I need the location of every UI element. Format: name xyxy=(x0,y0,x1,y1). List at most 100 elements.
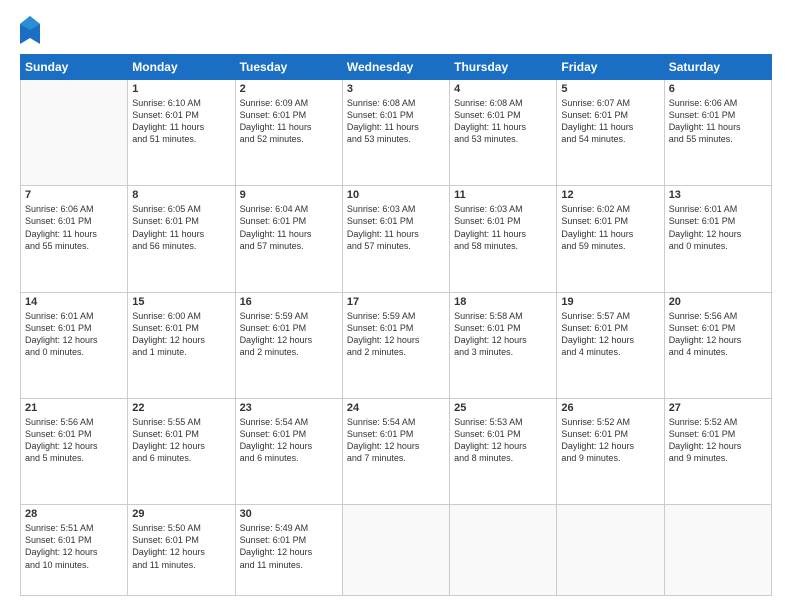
day-number: 26 xyxy=(561,402,659,414)
day-number: 25 xyxy=(454,402,552,414)
day-number: 27 xyxy=(669,402,767,414)
logo-icon xyxy=(20,16,40,44)
day-info: Sunrise: 6:03 AM Sunset: 6:01 PM Dayligh… xyxy=(454,203,552,252)
day-info: Sunrise: 5:58 AM Sunset: 6:01 PM Dayligh… xyxy=(454,310,552,359)
day-info: Sunrise: 6:07 AM Sunset: 6:01 PM Dayligh… xyxy=(561,97,659,146)
day-info: Sunrise: 5:59 AM Sunset: 6:01 PM Dayligh… xyxy=(347,310,445,359)
day-info: Sunrise: 5:56 AM Sunset: 6:01 PM Dayligh… xyxy=(669,310,767,359)
calendar-week-4: 28 Sunrise: 5:51 AM Sunset: 6:01 PM Dayli… xyxy=(21,505,772,596)
day-number: 10 xyxy=(347,189,445,201)
calendar-cell: 21 Sunrise: 5:56 AM Sunset: 6:01 PM Dayli… xyxy=(21,398,128,504)
calendar-cell: 12 Sunrise: 6:02 AM Sunset: 6:01 PM Dayli… xyxy=(557,186,664,292)
day-number: 19 xyxy=(561,296,659,308)
calendar-cell: 25 Sunrise: 5:53 AM Sunset: 6:01 PM Dayli… xyxy=(450,398,557,504)
day-info: Sunrise: 6:05 AM Sunset: 6:01 PM Dayligh… xyxy=(132,203,230,252)
calendar-table: SundayMondayTuesdayWednesdayThursdayFrid… xyxy=(20,54,772,596)
calendar-cell: 9Sunrise: 6:04 AM Sunset: 6:01 PM Daylig… xyxy=(235,186,342,292)
calendar-header-thursday: Thursday xyxy=(450,55,557,80)
day-info: Sunrise: 5:54 AM Sunset: 6:01 PM Dayligh… xyxy=(347,416,445,465)
calendar-cell: 18 Sunrise: 5:58 AM Sunset: 6:01 PM Dayli… xyxy=(450,292,557,398)
day-info: Sunrise: 5:54 AM Sunset: 6:01 PM Dayligh… xyxy=(240,416,338,465)
calendar-cell: 15 Sunrise: 6:00 AM Sunset: 6:01 PM Dayli… xyxy=(128,292,235,398)
calendar-header-tuesday: Tuesday xyxy=(235,55,342,80)
calendar-cell: 19 Sunrise: 5:57 AM Sunset: 6:01 PM Dayli… xyxy=(557,292,664,398)
day-info: Sunrise: 6:06 AM Sunset: 6:01 PM Dayligh… xyxy=(25,203,123,252)
calendar-cell: 11 Sunrise: 6:03 AM Sunset: 6:01 PM Dayli… xyxy=(450,186,557,292)
day-number: 11 xyxy=(454,189,552,201)
calendar-header-monday: Monday xyxy=(128,55,235,80)
day-info: Sunrise: 5:56 AM Sunset: 6:01 PM Dayligh… xyxy=(25,416,123,465)
calendar-cell: 10 Sunrise: 6:03 AM Sunset: 6:01 PM Dayli… xyxy=(342,186,449,292)
day-number: 17 xyxy=(347,296,445,308)
day-number: 5 xyxy=(561,83,659,95)
day-info: Sunrise: 6:02 AM Sunset: 6:01 PM Dayligh… xyxy=(561,203,659,252)
calendar-week-0: 1 Sunrise: 6:10 AM Sunset: 6:01 PM Daylig… xyxy=(21,80,772,186)
calendar-cell: 29 Sunrise: 5:50 AM Sunset: 6:01 PM Dayli… xyxy=(128,505,235,596)
day-info: Sunrise: 5:52 AM Sunset: 6:01 PM Dayligh… xyxy=(561,416,659,465)
day-info: Sunrise: 5:53 AM Sunset: 6:01 PM Dayligh… xyxy=(454,416,552,465)
day-info: Sunrise: 5:49 AM Sunset: 6:01 PM Dayligh… xyxy=(240,522,338,571)
calendar-cell: 1 Sunrise: 6:10 AM Sunset: 6:01 PM Daylig… xyxy=(128,80,235,186)
day-number: 1 xyxy=(132,83,230,95)
calendar-cell: 4 Sunrise: 6:08 AM Sunset: 6:01 PM Daylig… xyxy=(450,80,557,186)
day-number: 13 xyxy=(669,189,767,201)
day-info: Sunrise: 6:09 AM Sunset: 6:01 PM Dayligh… xyxy=(240,97,338,146)
calendar-header-wednesday: Wednesday xyxy=(342,55,449,80)
calendar-header-sunday: Sunday xyxy=(21,55,128,80)
calendar-cell: 6Sunrise: 6:06 AM Sunset: 6:01 PM Daylig… xyxy=(664,80,771,186)
day-info: Sunrise: 6:10 AM Sunset: 6:01 PM Dayligh… xyxy=(132,97,230,146)
day-info: Sunrise: 6:00 AM Sunset: 6:01 PM Dayligh… xyxy=(132,310,230,359)
day-number: 21 xyxy=(25,402,123,414)
calendar-cell: 7 Sunrise: 6:06 AM Sunset: 6:01 PM Daylig… xyxy=(21,186,128,292)
header xyxy=(20,16,772,44)
day-number: 18 xyxy=(454,296,552,308)
calendar-cell: 2 Sunrise: 6:09 AM Sunset: 6:01 PM Daylig… xyxy=(235,80,342,186)
calendar-cell: 3Sunrise: 6:08 AM Sunset: 6:01 PM Daylig… xyxy=(342,80,449,186)
day-number: 14 xyxy=(25,296,123,308)
calendar-cell: 16 Sunrise: 5:59 AM Sunset: 6:01 PM Dayli… xyxy=(235,292,342,398)
day-number: 9 xyxy=(240,189,338,201)
calendar-cell: 20Sunrise: 5:56 AM Sunset: 6:01 PM Dayli… xyxy=(664,292,771,398)
calendar-week-1: 7 Sunrise: 6:06 AM Sunset: 6:01 PM Daylig… xyxy=(21,186,772,292)
calendar-cell xyxy=(21,80,128,186)
logo xyxy=(20,16,44,44)
calendar-week-2: 14Sunrise: 6:01 AM Sunset: 6:01 PM Dayli… xyxy=(21,292,772,398)
calendar-cell xyxy=(664,505,771,596)
day-number: 7 xyxy=(25,189,123,201)
day-info: Sunrise: 6:06 AM Sunset: 6:01 PM Dayligh… xyxy=(669,97,767,146)
calendar-cell: 26 Sunrise: 5:52 AM Sunset: 6:01 PM Dayli… xyxy=(557,398,664,504)
calendar-cell: 8 Sunrise: 6:05 AM Sunset: 6:01 PM Daylig… xyxy=(128,186,235,292)
day-number: 24 xyxy=(347,402,445,414)
day-info: Sunrise: 5:55 AM Sunset: 6:01 PM Dayligh… xyxy=(132,416,230,465)
day-number: 12 xyxy=(561,189,659,201)
calendar-cell: 13 Sunrise: 6:01 AM Sunset: 6:01 PM Dayli… xyxy=(664,186,771,292)
day-number: 15 xyxy=(132,296,230,308)
day-number: 2 xyxy=(240,83,338,95)
calendar-cell: 23Sunrise: 5:54 AM Sunset: 6:01 PM Dayli… xyxy=(235,398,342,504)
calendar-header-row: SundayMondayTuesdayWednesdayThursdayFrid… xyxy=(21,55,772,80)
day-info: Sunrise: 5:59 AM Sunset: 6:01 PM Dayligh… xyxy=(240,310,338,359)
day-info: Sunrise: 6:08 AM Sunset: 6:01 PM Dayligh… xyxy=(454,97,552,146)
page: SundayMondayTuesdayWednesdayThursdayFrid… xyxy=(0,0,792,612)
calendar-cell: 17 Sunrise: 5:59 AM Sunset: 6:01 PM Dayli… xyxy=(342,292,449,398)
calendar-cell xyxy=(342,505,449,596)
day-info: Sunrise: 5:52 AM Sunset: 6:01 PM Dayligh… xyxy=(669,416,767,465)
calendar-cell: 5 Sunrise: 6:07 AM Sunset: 6:01 PM Daylig… xyxy=(557,80,664,186)
day-info: Sunrise: 6:01 AM Sunset: 6:01 PM Dayligh… xyxy=(669,203,767,252)
calendar-cell: 28 Sunrise: 5:51 AM Sunset: 6:01 PM Dayli… xyxy=(21,505,128,596)
calendar-cell: 27 Sunrise: 5:52 AM Sunset: 6:01 PM Dayli… xyxy=(664,398,771,504)
calendar-cell xyxy=(450,505,557,596)
day-number: 29 xyxy=(132,508,230,520)
calendar-cell: 30Sunrise: 5:49 AM Sunset: 6:01 PM Dayli… xyxy=(235,505,342,596)
day-number: 8 xyxy=(132,189,230,201)
day-number: 4 xyxy=(454,83,552,95)
day-number: 16 xyxy=(240,296,338,308)
day-info: Sunrise: 5:50 AM Sunset: 6:01 PM Dayligh… xyxy=(132,522,230,571)
calendar-header-saturday: Saturday xyxy=(664,55,771,80)
day-number: 28 xyxy=(25,508,123,520)
day-info: Sunrise: 6:03 AM Sunset: 6:01 PM Dayligh… xyxy=(347,203,445,252)
calendar-cell: 24 Sunrise: 5:54 AM Sunset: 6:01 PM Dayli… xyxy=(342,398,449,504)
calendar-cell: 14Sunrise: 6:01 AM Sunset: 6:01 PM Dayli… xyxy=(21,292,128,398)
day-info: Sunrise: 5:57 AM Sunset: 6:01 PM Dayligh… xyxy=(561,310,659,359)
day-info: Sunrise: 5:51 AM Sunset: 6:01 PM Dayligh… xyxy=(25,522,123,571)
